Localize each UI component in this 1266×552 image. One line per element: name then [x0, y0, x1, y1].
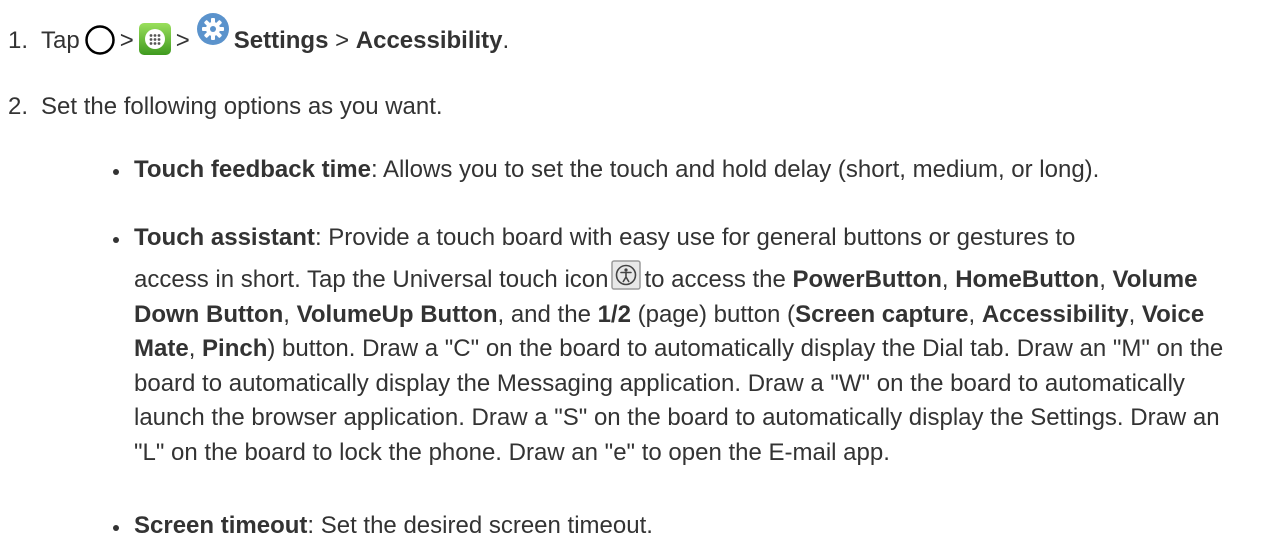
option-screen-timeout: Screen timeout: Set the desired screen t… [113, 509, 1244, 543]
option-paragraph: access in short. Tap the Universal touch… [134, 259, 1244, 470]
text-segment: , [188, 335, 203, 362]
step-1: 1. Tap > > Settings > Accessibility. [8, 12, 510, 58]
step-number: 1. [8, 27, 29, 54]
tap-text: Tap [41, 27, 80, 54]
separator: > [328, 27, 356, 54]
text-segment: access in short. Tap the Universal touch… [134, 266, 609, 293]
text-segment: , [283, 300, 297, 328]
step-text: Set the following options as you want. [41, 93, 443, 120]
text-segment: , and the [497, 300, 598, 328]
option-touch-assistant: Touch assistant: Provide a touch board w… [113, 221, 1244, 470]
accessibility-label: Accessibility [981, 300, 1129, 328]
volume-up-label: VolumeUp Button [296, 300, 498, 328]
separator: > [119, 27, 134, 54]
settings-label: Settings [233, 27, 329, 54]
home-button-label: HomeButton [955, 266, 1100, 293]
step-2: 2. Set the following options as you want. [8, 90, 443, 124]
period: . [502, 27, 510, 54]
apps-grid-icon [138, 22, 172, 56]
option-touch-feedback-time: Touch feedback time: Allows you to set t… [113, 153, 1244, 187]
text-segment: , [968, 300, 982, 328]
step-number: 2. [8, 93, 29, 120]
screen-capture-label: Screen capture [795, 300, 969, 328]
text-segment: , [1099, 266, 1113, 293]
gear-icon [196, 12, 230, 46]
power-button-label: PowerButton [792, 266, 942, 293]
accessibility-label: Accessibility [355, 27, 503, 54]
text-segment: , [1128, 300, 1142, 328]
page-button-label: 1/2 [597, 300, 631, 328]
pinch-label: Pinch [202, 335, 268, 362]
home-circle-icon [84, 24, 116, 56]
option-title: Touch feedback time [134, 156, 371, 183]
text-segment: to access the [644, 266, 793, 293]
text-segment: ) button. Draw a "C" on the board to aut… [134, 335, 1224, 466]
option-description: : Set the desired screen timeout. [307, 512, 653, 539]
universal-touch-icon [611, 259, 642, 290]
text-segment: , [941, 266, 956, 293]
option-description: : Allows you to set the touch and hold d… [370, 156, 1100, 183]
option-first-line: Touch assistant: Provide a touch board w… [134, 221, 1244, 255]
option-description: : Provide a touch board with easy use fo… [314, 224, 1076, 251]
separator: > [175, 27, 190, 54]
option-title: Screen timeout [134, 512, 308, 539]
option-title: Touch assistant [134, 224, 315, 251]
text-segment: (page) button ( [630, 300, 796, 328]
